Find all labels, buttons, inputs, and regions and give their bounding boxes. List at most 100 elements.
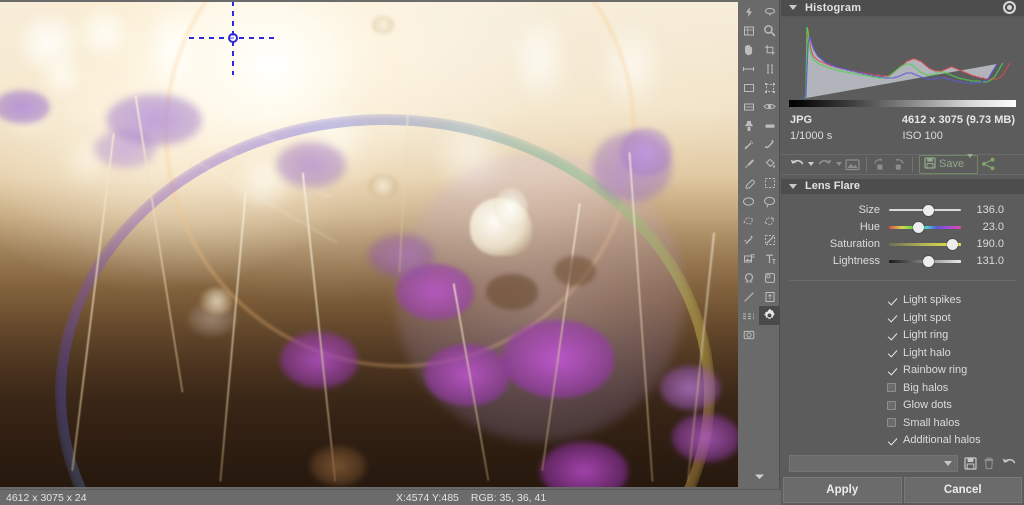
stamp-image-icon[interactable]	[738, 249, 759, 268]
preset-select[interactable]	[789, 455, 958, 472]
layers-icon[interactable]	[738, 21, 759, 40]
line-draw-icon[interactable]	[759, 230, 780, 249]
slider-hue[interactable]: Hue 23.0	[781, 219, 1024, 236]
apply-button[interactable]: Apply	[783, 477, 902, 503]
checkbox-empty-icon[interactable]	[887, 400, 896, 410]
checkmark-icon[interactable]	[887, 436, 896, 445]
histogram-tone-ramp	[789, 99, 1016, 107]
align-icon[interactable]	[759, 59, 780, 78]
rectangle-icon[interactable]	[738, 78, 759, 97]
checkbox-light-spot[interactable]: Light spot	[887, 309, 1024, 327]
tools-more-icon[interactable]	[738, 469, 780, 483]
checkbox-label: Light ring	[903, 329, 949, 342]
slider-track-area[interactable]	[889, 236, 961, 253]
eyedropper-icon[interactable]	[759, 2, 780, 21]
omega-icon[interactable]	[738, 268, 759, 287]
text-icon[interactable]	[759, 249, 780, 268]
undo-dropdown-icon[interactable]	[808, 162, 814, 167]
history-action-bar[interactable]: Save	[781, 153, 1024, 175]
slider-track-area[interactable]	[889, 253, 961, 270]
magic-wand-icon[interactable]	[738, 230, 759, 249]
line-icon[interactable]	[738, 287, 759, 306]
slider-track-area[interactable]	[889, 202, 961, 219]
measure-icon[interactable]	[738, 59, 759, 78]
brush-icon[interactable]	[738, 154, 759, 173]
hand-icon[interactable]	[738, 40, 759, 59]
checkbox-glow-dots[interactable]: Glow dots	[887, 397, 1024, 415]
eye-icon[interactable]	[759, 97, 780, 116]
lens-flare-panel-header[interactable]: Lens Flare	[781, 178, 1024, 194]
crop-icon[interactable]	[759, 40, 780, 59]
checkbox-empty-icon[interactable]	[887, 383, 896, 393]
magic-lasso-icon[interactable]	[759, 211, 780, 230]
polygon-select-icon[interactable]	[738, 211, 759, 230]
save-button[interactable]: Save	[919, 154, 979, 174]
marquee-select-icon[interactable]	[759, 173, 780, 192]
checkmark-icon[interactable]	[887, 296, 896, 305]
checkmark-icon[interactable]	[887, 366, 896, 375]
gear-icon[interactable]	[759, 306, 780, 325]
checkbox-label: Light spikes	[903, 294, 962, 307]
freehand-lasso-icon[interactable]	[759, 192, 780, 211]
slider-lightness[interactable]: Lightness 131.0	[781, 253, 1024, 270]
save-preset-icon[interactable]	[964, 457, 977, 470]
share-icon[interactable]	[981, 157, 996, 171]
slider-size[interactable]: Size 136.0	[781, 202, 1024, 219]
checkbox-big-halos[interactable]: Big halos	[887, 379, 1024, 397]
gradient-icon[interactable]	[738, 306, 759, 325]
clone-stamp-icon[interactable]	[738, 116, 759, 135]
checkbox-additional-halos[interactable]: Additional halos	[887, 432, 1024, 450]
chevron-down-icon[interactable]	[789, 183, 797, 189]
bokeh-highlight	[58, 130, 118, 186]
slider-handle[interactable]	[923, 255, 935, 267]
floppy-disk-icon	[924, 157, 936, 172]
slider-handle[interactable]	[946, 238, 958, 250]
checkbox-light-ring[interactable]: Light ring	[887, 327, 1024, 345]
shape-icon[interactable]	[759, 268, 780, 287]
image-compare-icon[interactable]	[845, 158, 860, 171]
checkbox-empty-icon[interactable]	[887, 418, 896, 428]
sparkle-icon[interactable]	[759, 135, 780, 154]
eraser-bar-icon[interactable]	[759, 116, 780, 135]
slider-saturation[interactable]: Saturation 190.0	[781, 236, 1024, 253]
slider-handle[interactable]	[923, 204, 935, 216]
checkbox-light-spikes[interactable]: Light spikes	[887, 292, 1024, 310]
target-icon[interactable]	[1003, 1, 1016, 15]
cancel-button[interactable]: Cancel	[903, 477, 1022, 503]
flower-blossom	[94, 130, 156, 168]
save-dropdown-icon[interactable]	[967, 154, 974, 171]
heal-icon[interactable]	[738, 135, 759, 154]
magnify-icon[interactable]	[759, 21, 780, 40]
chevron-down-icon[interactable]	[789, 5, 797, 11]
slider-value: 131.0	[976, 255, 1004, 268]
checkmark-icon[interactable]	[887, 331, 896, 340]
preset-row	[781, 449, 1024, 477]
lasso-icon[interactable]	[738, 192, 759, 211]
reset-undo-icon[interactable]	[1001, 457, 1016, 470]
image-canvas-area[interactable]	[0, 0, 738, 489]
slider-handle[interactable]	[913, 221, 925, 233]
trash-icon[interactable]	[983, 457, 995, 470]
frame-icon[interactable]	[759, 287, 780, 306]
slider-track-area[interactable]	[889, 219, 961, 236]
lightning-icon[interactable]	[738, 2, 759, 21]
transform-icon[interactable]	[759, 78, 780, 97]
perspective-icon[interactable]	[738, 97, 759, 116]
histogram-panel-header[interactable]: Histogram	[781, 0, 1024, 17]
tools-sidebar[interactable]	[738, 0, 780, 489]
redo-dropdown-icon[interactable]	[836, 162, 842, 167]
photo-image[interactable]	[0, 2, 738, 487]
checkbox-light-halo[interactable]: Light halo	[887, 344, 1024, 362]
screenshot-icon[interactable]	[738, 325, 759, 344]
chevron-down-icon[interactable]	[944, 461, 952, 466]
checkmark-icon[interactable]	[887, 348, 896, 357]
checkbox-rainbow-ring[interactable]: Rainbow ring	[887, 362, 1024, 380]
checkmark-icon[interactable]	[887, 313, 896, 322]
undo-icon[interactable]	[789, 157, 805, 171]
eraser-icon[interactable]	[738, 173, 759, 192]
rotate-left-icon[interactable]	[873, 158, 888, 171]
redo-icon[interactable]	[817, 157, 833, 171]
checkbox-small-halos[interactable]: Small halos	[887, 414, 1024, 432]
paint-bucket-icon[interactable]	[759, 154, 780, 173]
rotate-right-icon[interactable]	[891, 158, 906, 171]
